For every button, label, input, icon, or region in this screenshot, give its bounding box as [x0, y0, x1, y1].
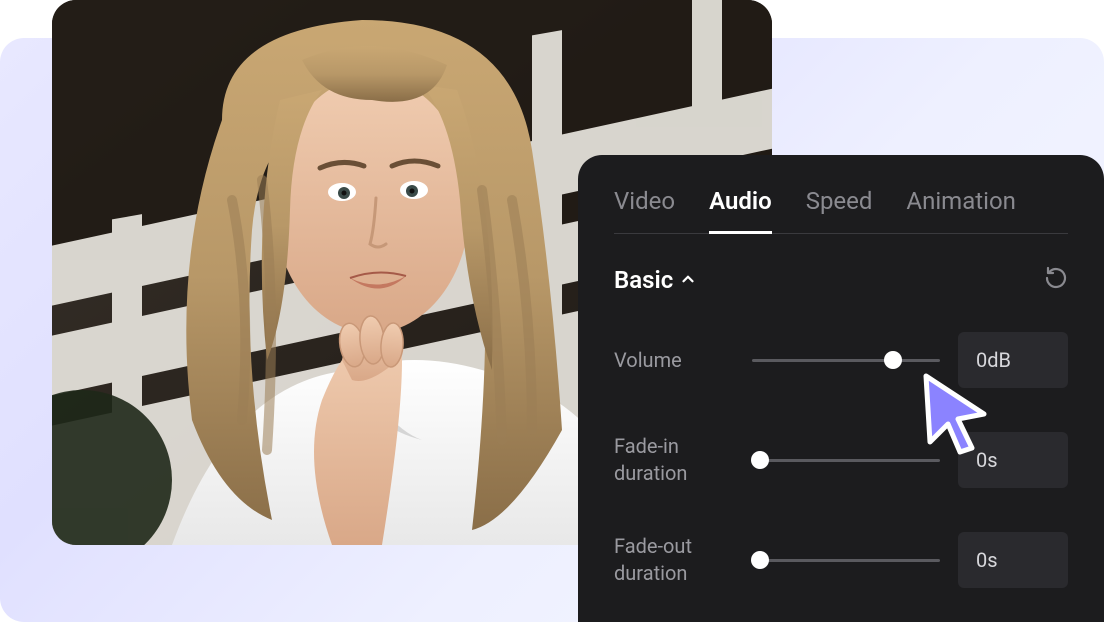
- section-basic-title: Basic: [614, 266, 673, 294]
- fadeout-value[interactable]: 0s: [958, 532, 1068, 588]
- fadein-slider-thumb[interactable]: [751, 451, 769, 469]
- fadein-control: Fade-in duration 0s: [614, 432, 1068, 488]
- fadeout-slider-thumb[interactable]: [751, 551, 769, 569]
- tab-speed[interactable]: Speed: [806, 187, 873, 233]
- volume-control: Volume 0dB: [614, 332, 1068, 388]
- fadein-slider[interactable]: [752, 450, 940, 470]
- volume-value[interactable]: 0dB: [958, 332, 1068, 388]
- volume-slider[interactable]: [752, 350, 940, 370]
- fadein-value[interactable]: 0s: [958, 432, 1068, 488]
- tab-animation[interactable]: Animation: [906, 187, 1015, 233]
- fadeout-label: Fade-out duration: [614, 533, 734, 587]
- tab-bar: Video Audio Speed Animation: [614, 187, 1068, 234]
- tab-audio[interactable]: Audio: [709, 187, 772, 233]
- section-basic-header[interactable]: Basic: [614, 266, 697, 294]
- reset-icon[interactable]: [1044, 266, 1068, 294]
- chevron-up-icon: [679, 266, 697, 294]
- fadein-label: Fade-in duration: [614, 433, 734, 487]
- tab-video[interactable]: Video: [614, 187, 675, 233]
- fadeout-slider[interactable]: [752, 550, 940, 570]
- volume-slider-thumb[interactable]: [884, 351, 902, 369]
- volume-label: Volume: [614, 347, 734, 374]
- fadeout-control: Fade-out duration 0s: [614, 532, 1068, 588]
- audio-settings-panel: Video Audio Speed Animation Basic Volume…: [578, 155, 1104, 622]
